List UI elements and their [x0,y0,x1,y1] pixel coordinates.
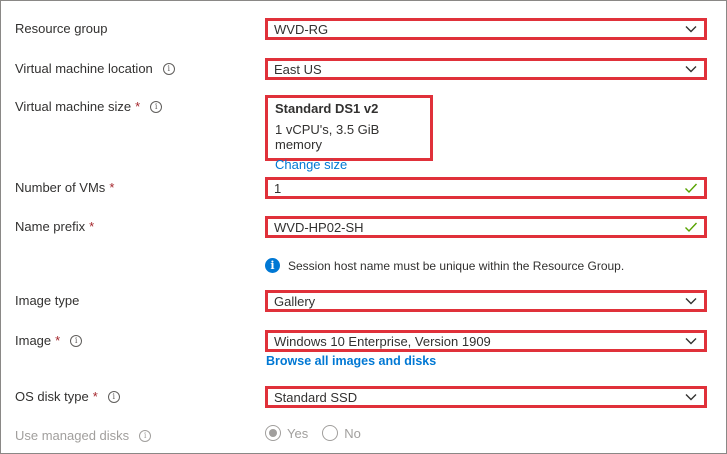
chevron-down-icon [685,338,697,345]
os-disk-value: Standard SSD [274,389,358,405]
change-size-link[interactable]: Change size [275,157,423,172]
resource-group-label: Resource group [15,21,108,36]
required-mark: * [109,180,115,195]
managed-disks-radio-group: Yes No [265,425,375,441]
radio-no-label: No [344,425,361,441]
image-dropdown[interactable]: Windows 10 Enterprise, Version 1909 [265,330,707,352]
radio-selected-dot [269,429,277,437]
browse-images-link[interactable]: Browse all images and disks [266,354,436,368]
info-icon[interactable]: i [107,390,120,403]
vm-location-label: Virtual machine location i [15,61,175,76]
vm-location-value: East US [274,61,322,77]
managed-disks-yes-option[interactable]: Yes [265,425,308,441]
image-label: Image * i [15,333,83,348]
chevron-down-icon [685,66,697,73]
image-type-label: Image type [15,293,80,308]
os-disk-label: OS disk type * i [15,389,120,404]
name-prefix-input[interactable]: WVD-HP02-SH [265,216,707,238]
info-icon[interactable]: i [70,334,83,347]
required-mark: * [89,219,95,234]
chevron-down-icon [685,298,697,305]
radio-no[interactable] [322,425,339,441]
num-vms-input[interactable]: 1 [265,177,707,199]
managed-disks-label: Use managed disks i [15,428,152,443]
vm-size-label: Virtual machine size * i [15,99,163,114]
chevron-down-icon [685,26,697,33]
vm-size-name: Standard DS1 v2 [275,101,379,116]
checkmark-icon [685,222,698,233]
vm-size-box: Standard DS1 v2 1 vCPU's, 3.5 GiB memory… [265,95,433,172]
info-icon[interactable]: i [162,62,175,75]
num-vms-value: 1 [274,180,282,196]
managed-disks-no-option[interactable]: No [322,425,361,441]
required-mark: * [135,99,141,114]
resource-group-dropdown[interactable]: WVD-RG [265,18,707,40]
image-type-value: Gallery [274,293,316,309]
num-vms-label: Number of VMs * [15,180,115,195]
session-host-notice: i Session host name must be unique withi… [265,258,624,273]
name-prefix-label: Name prefix * [15,219,95,234]
notice-text: Session host name must be unique within … [288,258,625,273]
info-icon[interactable]: i [150,100,163,113]
vm-location-dropdown[interactable]: East US [265,58,707,80]
info-icon[interactable]: i [139,429,152,442]
os-disk-dropdown[interactable]: Standard SSD [265,386,707,408]
image-type-dropdown[interactable]: Gallery [265,290,707,312]
chevron-down-icon [685,394,697,401]
name-prefix-value: WVD-HP02-SH [274,219,364,235]
checkmark-icon [685,183,698,194]
image-value: Windows 10 Enterprise, Version 1909 [274,333,491,349]
radio-yes[interactable] [265,425,281,441]
required-mark: * [92,389,98,404]
radio-yes-label: Yes [287,425,309,441]
vm-size-description: 1 vCPU's, 3.5 GiB memory [275,122,380,152]
required-mark: * [55,333,61,348]
resource-group-value: WVD-RG [274,21,329,37]
info-filled-icon: i [265,258,280,273]
